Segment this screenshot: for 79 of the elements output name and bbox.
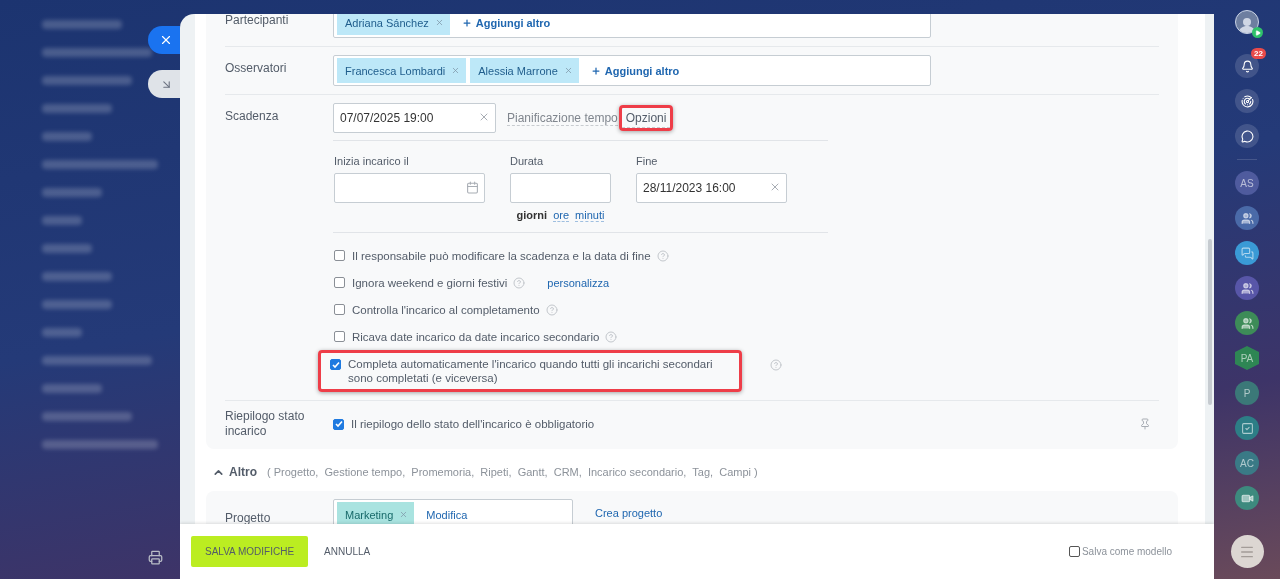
remove-icon[interactable] xyxy=(563,66,573,75)
notification-count: 22 xyxy=(1251,48,1266,59)
person-name: Alessia Marrone xyxy=(478,64,558,77)
edit-link[interactable]: Modifica xyxy=(426,508,468,521)
plus-icon xyxy=(461,17,472,28)
checkbox[interactable] xyxy=(333,418,344,430)
field-label: Scadenza xyxy=(225,108,280,124)
checkbox[interactable] xyxy=(1068,546,1080,557)
option-label: Ricava date incarico da date incarico secondario xyxy=(352,329,600,344)
options-link[interactable]: Opzioni xyxy=(621,109,671,128)
option-label: Completa automaticamente l'incarico quando tutti gli incarichi secondari sono completati (e viceversa) xyxy=(348,357,714,385)
start-date-field[interactable] xyxy=(334,173,485,203)
scrollbar[interactable] xyxy=(1208,239,1212,405)
end-date-field[interactable]: 28/11/2023 16:00 xyxy=(636,173,787,203)
pin-icon[interactable] xyxy=(1139,418,1151,430)
contact-avatar[interactable]: AS xyxy=(1235,171,1259,195)
project-name: Marketing xyxy=(345,508,394,521)
remove-icon[interactable] xyxy=(434,18,444,27)
option-label: Controlla l'incarico al completamento xyxy=(352,302,540,317)
unit-link[interactable]: minuti xyxy=(575,209,605,222)
group-icon[interactable] xyxy=(1235,276,1259,300)
group-icon[interactable] xyxy=(1235,206,1259,230)
cancel-button[interactable]: ANNULLA xyxy=(318,545,377,558)
checkbox[interactable] xyxy=(334,304,345,315)
template-label: Salva come modello xyxy=(1081,546,1172,557)
task-icon[interactable] xyxy=(1235,416,1259,440)
chat-button[interactable] xyxy=(1235,124,1259,148)
field-label: Progetto xyxy=(225,510,272,524)
chat-icon xyxy=(1240,129,1254,143)
printer-icon[interactable] xyxy=(148,550,163,565)
option-label: Ignora weekend e giorni festivi xyxy=(352,275,508,290)
field-label: Durata xyxy=(510,155,545,169)
clear-icon[interactable] xyxy=(769,181,781,193)
field-label: Osservatori xyxy=(225,60,288,76)
field-label: Fine xyxy=(636,155,659,169)
calendar-icon[interactable] xyxy=(466,181,479,194)
planning-label: Pianificazione tempo xyxy=(507,110,618,126)
user-avatar[interactable] xyxy=(1235,10,1259,34)
more-toggle[interactable]: Altro xyxy=(212,465,257,479)
radar-button[interactable] xyxy=(1235,89,1259,113)
unit-link[interactable]: giorni xyxy=(516,209,548,222)
field-label: Riepilogo stato incarico xyxy=(225,409,306,439)
clear-icon[interactable] xyxy=(478,111,490,123)
radar-icon xyxy=(1240,94,1254,108)
field-label: Inizia incarico il xyxy=(334,155,410,169)
save-button[interactable]: SALVA MODIFICHE xyxy=(191,536,309,567)
person-name: Adriana Sánchez xyxy=(345,16,429,29)
field-label: Partecipanti xyxy=(225,14,290,28)
checkbox[interactable] xyxy=(330,359,341,370)
play-icon xyxy=(1252,27,1263,38)
menu-button[interactable] xyxy=(1230,535,1264,568)
bell-icon xyxy=(1240,59,1254,73)
plus-icon xyxy=(590,65,601,76)
participants-field[interactable]: Adriana Sánchez Aggiungi altro xyxy=(333,14,931,38)
remove-icon[interactable] xyxy=(451,66,461,75)
camera-icon[interactable] xyxy=(1235,486,1259,510)
more-sections: ( Progetto, Gestione tempo, Promemoria, Ripeti, Gantt, CRM, Incarico secondario, Tag, Campi ) xyxy=(267,466,758,478)
project-field[interactable]: Marketing Modifica xyxy=(333,499,573,524)
option-label: Il responsabile può modificare la scadenza e la data di fine xyxy=(352,248,651,263)
person-name: Francesca Lombardi xyxy=(345,64,446,77)
close-icon xyxy=(159,33,173,47)
create-project-link[interactable]: Crea progetto xyxy=(595,499,663,519)
checkbox[interactable] xyxy=(334,331,345,342)
add-more-link[interactable]: Aggiungi altro xyxy=(461,16,551,29)
minimize-button[interactable] xyxy=(148,70,180,98)
group-icon[interactable] xyxy=(1235,311,1259,335)
duration-field[interactable] xyxy=(510,173,611,203)
chat-icon[interactable] xyxy=(1235,241,1259,265)
checkbox[interactable] xyxy=(334,277,345,288)
deadline-field[interactable]: 07/07/2025 19:00 xyxy=(333,103,496,133)
option-label: Il riepilogo dello stato dell'incarico è obbligatorio xyxy=(351,417,595,431)
add-more-link[interactable]: Aggiungi altro xyxy=(590,64,680,77)
notifications-button[interactable] xyxy=(1235,54,1259,78)
close-button[interactable] xyxy=(148,26,180,54)
remove-icon[interactable] xyxy=(399,510,409,519)
unit-link[interactable]: ore xyxy=(553,209,570,222)
customize-link[interactable]: personalizza xyxy=(547,276,610,289)
observers-field[interactable]: Francesca Lombardi Alessia Marrone Aggiungi altro xyxy=(333,55,931,86)
checkbox[interactable] xyxy=(334,250,345,261)
